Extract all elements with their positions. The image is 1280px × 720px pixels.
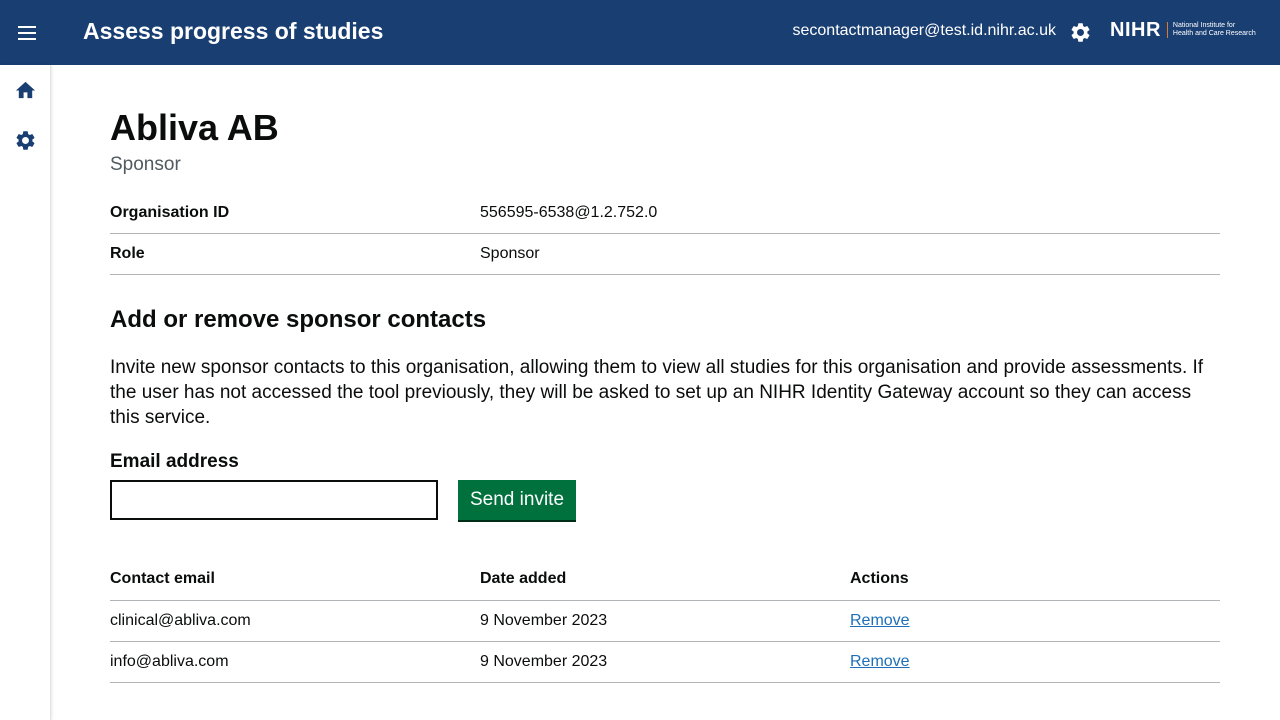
logo-main-text: NIHR — [1110, 19, 1161, 41]
column-header-contact-email: Contact email — [110, 559, 480, 601]
user-email: secontactmanager@test.id.nihr.ac.uk — [792, 22, 1057, 39]
send-invite-button[interactable]: Send invite — [458, 480, 577, 520]
date-added-cell: 9 November 2023 — [480, 600, 850, 642]
table-row: info@abliva.com 9 November 2023 Remove — [110, 641, 1220, 683]
home-icon[interactable] — [14, 79, 37, 102]
summary-row-organisation-id: Organisation ID 556595-6538@1.2.752.0 — [110, 193, 1220, 234]
logo-divider — [1166, 22, 1168, 38]
remove-link[interactable]: Remove — [850, 653, 910, 670]
column-header-actions: Actions — [850, 559, 1220, 601]
section-heading: Add or remove sponsor contacts — [110, 306, 487, 333]
menu-icon[interactable] — [14, 20, 40, 46]
summary-value: Sponsor — [480, 245, 540, 262]
column-header-date-added: Date added — [480, 559, 850, 601]
page-caption: Sponsor — [110, 154, 181, 175]
app-title[interactable]: Assess progress of studies — [83, 18, 383, 45]
main-content: Abliva AB Sponsor Organisation ID 556595… — [110, 100, 1220, 683]
page-title: Abliva AB — [110, 107, 279, 148]
summary-key: Role — [110, 245, 145, 262]
section-description: Invite new sponsor contacts to this orga… — [110, 357, 1204, 428]
table-header-row: Contact email Date added Actions — [110, 559, 1220, 601]
sidebar — [0, 65, 51, 720]
logo-subtitle: National Institute for Health and Care R… — [1173, 22, 1256, 38]
table-row: clinical@abliva.com 9 November 2023 Remo… — [110, 600, 1220, 642]
logo-subtitle-line2: Health and Care Research — [1172, 30, 1256, 37]
email-input[interactable] — [110, 480, 438, 520]
gear-icon[interactable] — [14, 129, 37, 152]
app-header: Assess progress of studies secontactmana… — [0, 0, 1280, 65]
contacts-table: Contact email Date added Actions clinica… — [110, 559, 1220, 683]
date-added-cell: 9 November 2023 — [480, 641, 850, 683]
remove-link[interactable]: Remove — [850, 612, 910, 629]
actions-cell: Remove — [850, 641, 1220, 683]
logo-subtitle-line1: National Institute for — [1172, 22, 1236, 29]
nihr-logo[interactable]: NIHR National Institute for Health and C… — [1110, 19, 1256, 41]
contact-email-cell: info@abliva.com — [110, 641, 480, 683]
summary-value: 556595-6538@1.2.752.0 — [480, 204, 658, 221]
actions-cell: Remove — [850, 600, 1220, 642]
email-label: Email address — [110, 451, 239, 472]
summary-row-role: Role Sponsor — [110, 234, 1220, 275]
summary-list: Organisation ID 556595-6538@1.2.752.0 Ro… — [110, 193, 1220, 275]
settings-gear-icon[interactable] — [1069, 21, 1092, 44]
contact-email-cell: clinical@abliva.com — [110, 600, 480, 642]
summary-key: Organisation ID — [110, 204, 230, 221]
invite-form: Send invite — [110, 480, 1220, 520]
